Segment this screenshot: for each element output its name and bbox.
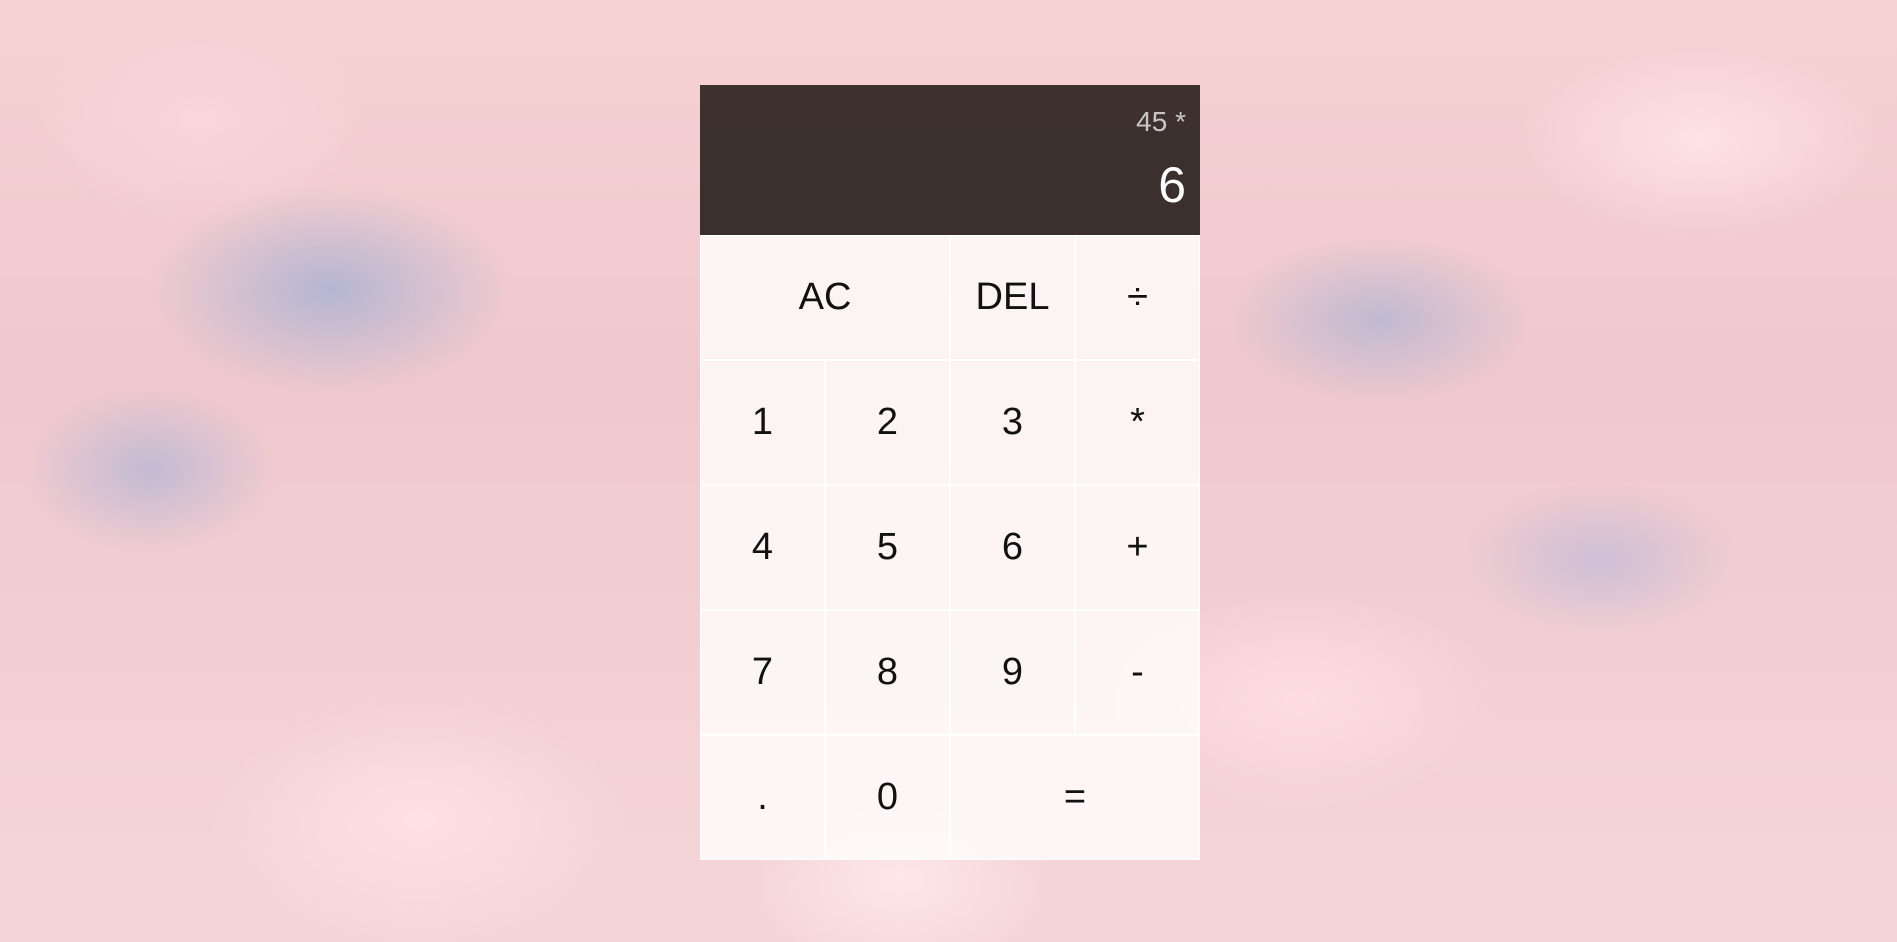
equals-button[interactable]: = <box>950 735 1200 860</box>
digit-1-button[interactable]: 1 <box>700 360 825 485</box>
add-button[interactable]: + <box>1075 485 1200 610</box>
multiply-button[interactable]: * <box>1075 360 1200 485</box>
digit-5-button[interactable]: 5 <box>825 485 950 610</box>
subtract-button[interactable]: - <box>1075 610 1200 735</box>
digit-8-button[interactable]: 8 <box>825 610 950 735</box>
digit-2-button[interactable]: 2 <box>825 360 950 485</box>
digit-0-button[interactable]: 0 <box>825 735 950 860</box>
digit-6-button[interactable]: 6 <box>950 485 1075 610</box>
digit-9-button[interactable]: 9 <box>950 610 1075 735</box>
previous-operand: 45 * <box>1136 106 1186 137</box>
all-clear-button[interactable]: AC <box>700 235 950 360</box>
digit-3-button[interactable]: 3 <box>950 360 1075 485</box>
digit-7-button[interactable]: 7 <box>700 610 825 735</box>
current-operand: 6 <box>1158 157 1186 213</box>
delete-button[interactable]: DEL <box>950 235 1075 360</box>
output-display: 45 * 6 <box>700 85 1200 235</box>
divide-button[interactable]: ÷ <box>1075 235 1200 360</box>
calculator: 45 * 6 AC DEL ÷ 1 2 3 * 4 5 6 + 7 8 9 - … <box>700 85 1200 860</box>
digit-4-button[interactable]: 4 <box>700 485 825 610</box>
decimal-button[interactable]: . <box>700 735 825 860</box>
